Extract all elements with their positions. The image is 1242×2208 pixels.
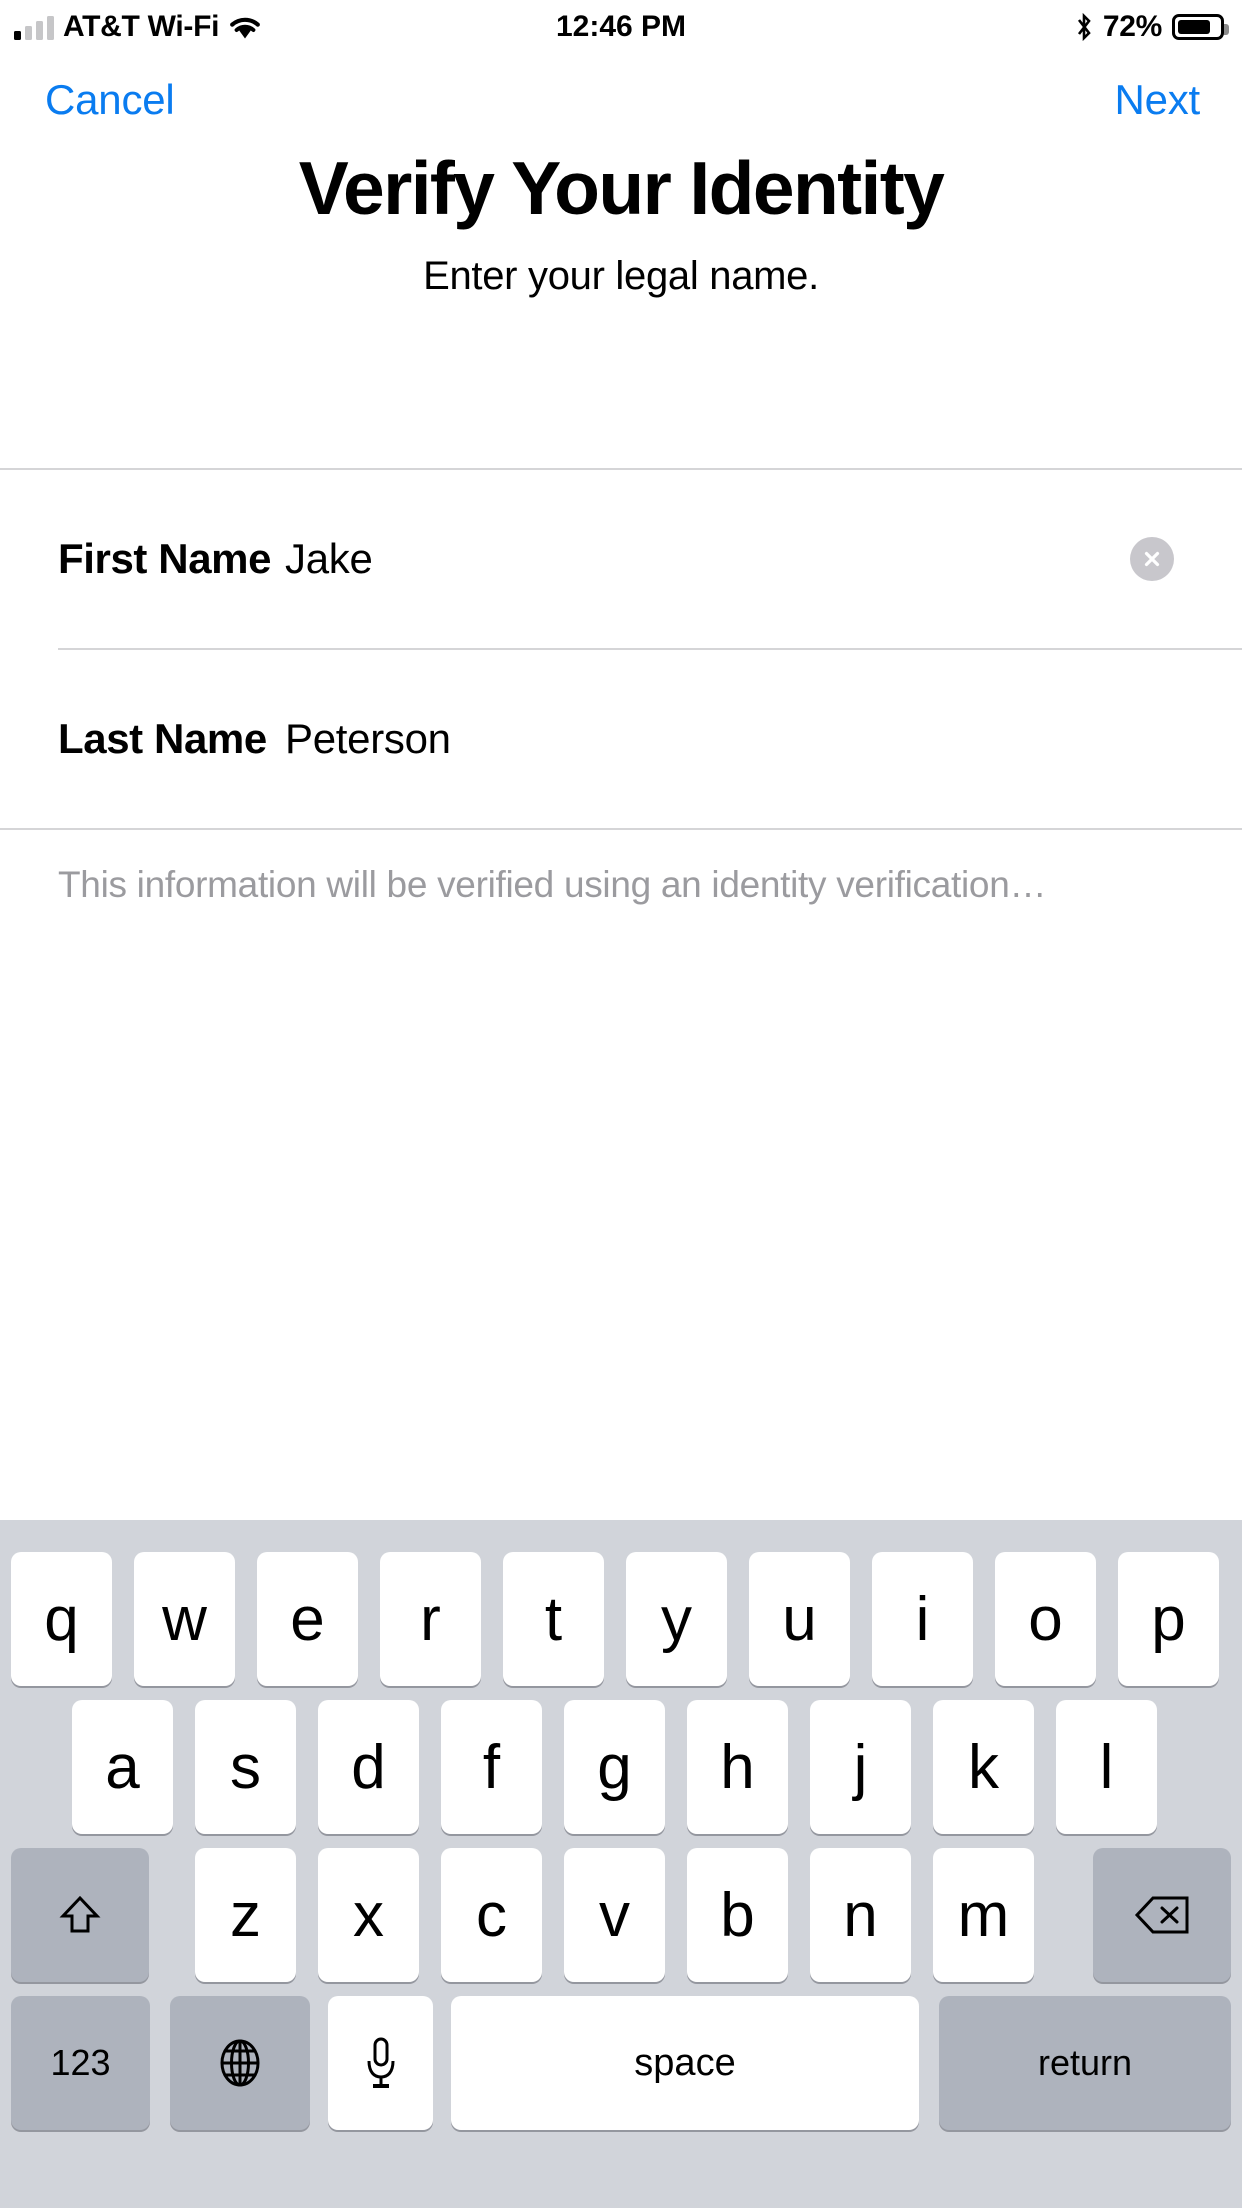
key-h[interactable]: h [687,1700,788,1834]
page-subtitle: Enter your legal name. [423,254,819,298]
next-button[interactable]: Next [1114,54,1200,146]
key-t[interactable]: t [503,1552,604,1686]
key-c[interactable]: c [441,1848,542,1982]
last-name-input[interactable] [285,715,1112,763]
last-name-label: Last Name [58,715,267,762]
key-e[interactable]: e [257,1552,358,1686]
numbers-key[interactable]: 123 [11,1996,150,2130]
battery-icon [1172,14,1229,40]
delete-key[interactable] [1093,1848,1231,1982]
bluetooth-icon [1075,12,1093,42]
key-k[interactable]: k [933,1700,1034,1834]
key-a[interactable]: a [72,1700,173,1834]
microphone-icon [367,2037,394,2088]
key-r[interactable]: r [380,1552,481,1686]
space-key[interactable]: space [451,1996,919,2130]
last-name-row[interactable]: Last Name [0,650,1242,828]
divider-bottom [0,828,1242,830]
backspace-icon [1134,1896,1189,1934]
key-z[interactable]: z [195,1848,296,1982]
key-x[interactable]: x [318,1848,419,1982]
cancel-button[interactable]: Cancel [45,54,175,146]
form-footer-note: This information will be verified using … [58,864,1047,905]
navigation-bar: Cancel Next [0,54,1242,146]
key-y[interactable]: y [626,1552,727,1686]
key-q[interactable]: q [11,1552,112,1686]
name-form: First Name Last Name This information wi… [0,468,1242,906]
keyboard-row-4: 123 space return [0,1996,1242,2130]
key-p[interactable]: p [1118,1552,1219,1686]
shift-key[interactable] [11,1848,149,1982]
microphone-key[interactable] [328,1996,433,2130]
status-bar: AT&T Wi-Fi 12:46 PM 72% [0,0,1242,54]
status-bar-center: 12:46 PM [0,0,1242,54]
key-w[interactable]: w [134,1552,235,1686]
clear-first-name-button[interactable] [1130,537,1174,581]
key-b[interactable]: b [687,1848,788,1982]
key-f[interactable]: f [441,1700,542,1834]
first-name-label: First Name [58,535,272,582]
globe-key[interactable] [170,1996,310,2130]
first-name-row[interactable]: First Name [0,470,1242,648]
key-g[interactable]: g [564,1700,665,1834]
key-v[interactable]: v [564,1848,665,1982]
key-u[interactable]: u [749,1552,850,1686]
key-s[interactable]: s [195,1700,296,1834]
key-d[interactable]: d [318,1700,419,1834]
key-n[interactable]: n [810,1848,911,1982]
status-bar-right: 72% [1075,0,1229,54]
key-m[interactable]: m [933,1848,1034,1982]
return-key[interactable]: return [939,1996,1231,2130]
page-header: Verify Your Identity Enter your legal na… [0,146,1242,299]
close-icon [1144,551,1160,567]
on-screen-keyboard: q w e r t y u i o p a s d f g h j k l z … [0,1520,1242,2208]
keyboard-row-3: z x c v b n m [0,1848,1242,1982]
shift-arrow-icon [59,1895,101,1933]
keyboard-row-2: a s d f g h j k l [0,1700,1242,1834]
key-o[interactable]: o [995,1552,1096,1686]
clock-label: 12:46 PM [555,10,687,43]
key-i[interactable]: i [872,1552,973,1686]
key-j[interactable]: j [810,1700,911,1834]
keyboard-row-1: q w e r t y u i o p [0,1552,1242,1686]
first-name-input[interactable] [285,535,1112,583]
globe-icon [220,2039,260,2087]
key-l[interactable]: l [1056,1700,1157,1834]
page-title: Verify Your Identity [298,146,945,230]
battery-percent-label: 72% [1102,10,1162,43]
